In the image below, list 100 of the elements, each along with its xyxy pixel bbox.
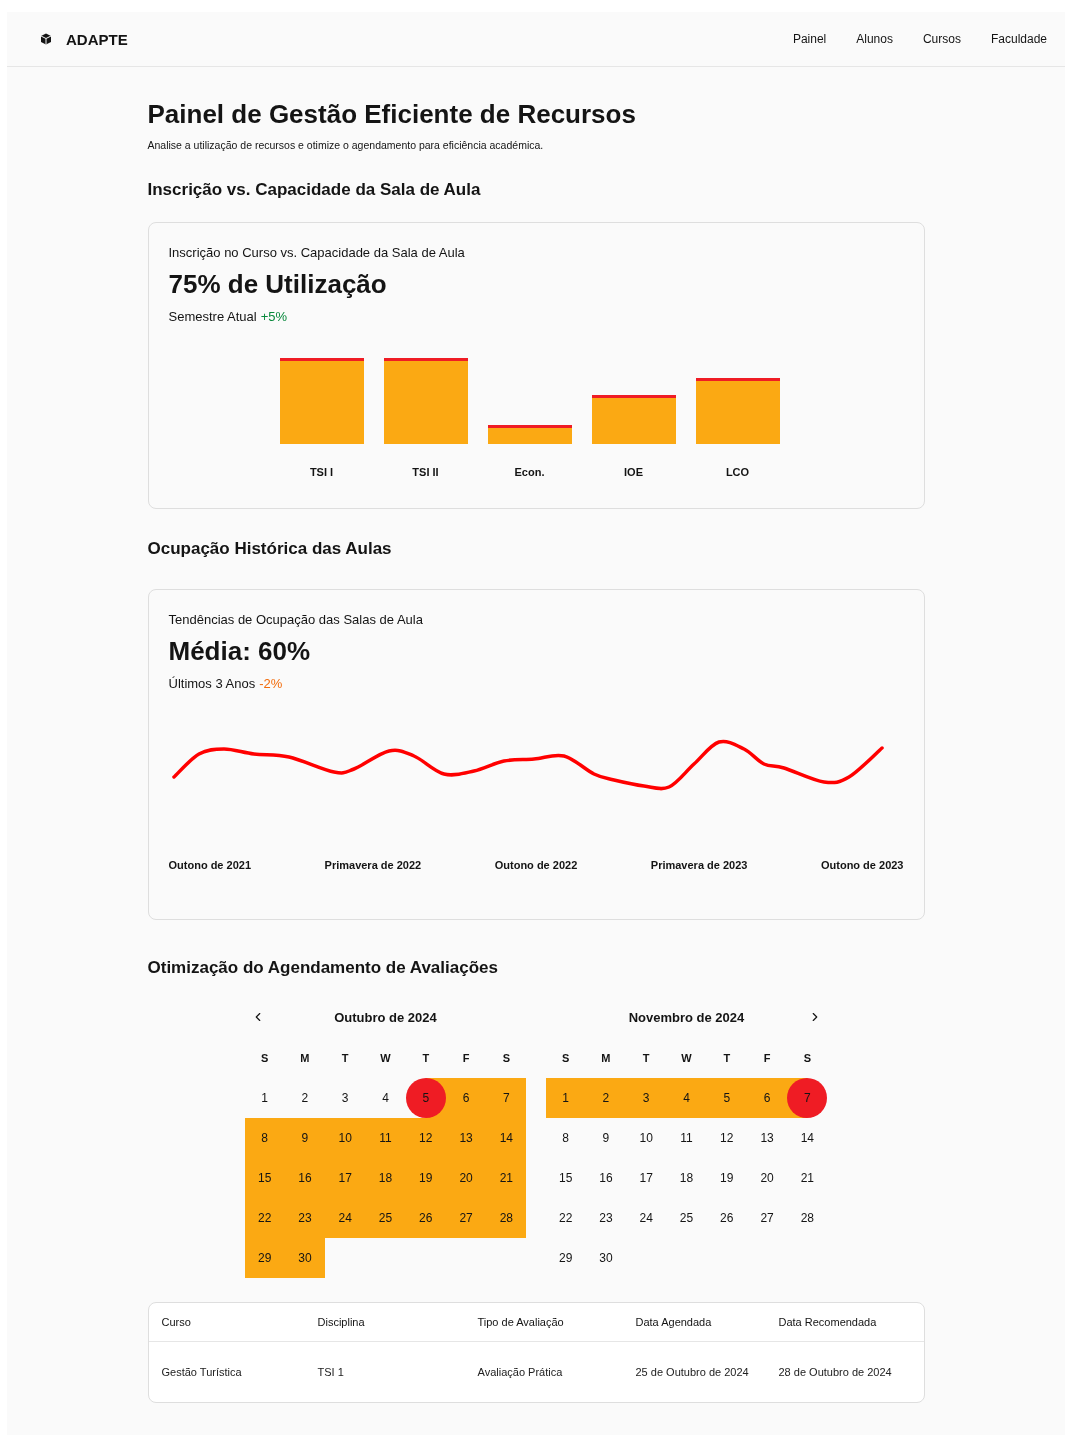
- cube-icon: [40, 33, 52, 45]
- weekday-label: S: [560, 1051, 571, 1066]
- calendar-day[interactable]: 20: [746, 1158, 788, 1198]
- calendar-day[interactable]: 22: [545, 1198, 586, 1238]
- bar-label: Econ.: [513, 466, 546, 478]
- calendar-day[interactable]: 20: [445, 1158, 487, 1198]
- calendar-day[interactable]: 30: [585, 1238, 627, 1278]
- calendar-day[interactable]: 1: [545, 1078, 586, 1118]
- calendar-day[interactable]: 7: [486, 1078, 527, 1118]
- table-cell-text: 25 de Outubro de 2024: [635, 1365, 750, 1380]
- calendar-day[interactable]: 2: [585, 1078, 627, 1118]
- month-title: Outubro de 2024: [334, 1009, 437, 1025]
- calendar-day[interactable]: 10: [325, 1118, 366, 1158]
- calendar-day[interactable]: 1: [244, 1078, 285, 1118]
- nav-link[interactable]: Alunos: [856, 32, 893, 46]
- weekday-label: W: [379, 1051, 392, 1066]
- weekday-label: F: [762, 1051, 772, 1066]
- weekday-label: M: [299, 1051, 311, 1066]
- nav-link[interactable]: Cursos: [922, 32, 961, 46]
- calendar-day[interactable]: 14: [486, 1118, 527, 1158]
- axis-label: Outono de 2022: [494, 859, 578, 871]
- calendar-day[interactable]: 27: [445, 1198, 487, 1238]
- calendar-day[interactable]: 14: [787, 1118, 828, 1158]
- month-title: Novembro de 2024: [628, 1009, 745, 1025]
- calendar-day[interactable]: 4: [666, 1078, 707, 1118]
- calendar-day[interactable]: 3: [325, 1078, 366, 1118]
- card-title: Inscrição no Curso vs. Capacidade da Sala de Aula: [168, 245, 466, 260]
- calendar-day[interactable]: 25: [666, 1198, 707, 1238]
- calendar-day[interactable]: 23: [284, 1198, 326, 1238]
- change-value: +5%: [260, 309, 288, 324]
- calendar-day[interactable]: 19: [405, 1158, 446, 1198]
- calendar-day[interactable]: 28: [787, 1198, 828, 1238]
- nav-link[interactable]: Faculdade: [990, 32, 1047, 46]
- calendar-day[interactable]: 18: [666, 1158, 707, 1198]
- calendar-day[interactable]: 24: [325, 1198, 366, 1238]
- calendar-day[interactable]: 9: [284, 1118, 326, 1158]
- calendar-day[interactable]: 5: [405, 1078, 446, 1118]
- calendar-day[interactable]: 13: [445, 1118, 487, 1158]
- column-header: Disciplina: [317, 1316, 366, 1328]
- calendar-day[interactable]: 23: [585, 1198, 627, 1238]
- calendar-day[interactable]: 16: [284, 1158, 326, 1198]
- calendar-day[interactable]: 28: [486, 1198, 527, 1238]
- section-heading: Inscrição vs. Capacidade da Sala de Aula: [147, 179, 482, 201]
- calendar-day[interactable]: 12: [405, 1118, 446, 1158]
- calendar-day[interactable]: 2: [284, 1078, 326, 1118]
- metric-value: Média: 60%: [168, 636, 312, 667]
- period-label: Últimos 3 Anos: [168, 676, 256, 691]
- calendar-day[interactable]: 18: [365, 1158, 406, 1198]
- weekday-label: T: [722, 1051, 732, 1066]
- calendar-day[interactable]: 9: [585, 1118, 627, 1158]
- calendar-day[interactable]: 3: [626, 1078, 667, 1118]
- calendar-day[interactable]: 7: [787, 1078, 828, 1118]
- weekday-label: W: [680, 1051, 693, 1066]
- weekday-label: S: [802, 1051, 812, 1066]
- calendar-day[interactable]: 11: [365, 1118, 406, 1158]
- calendar-day[interactable]: 8: [244, 1118, 285, 1158]
- calendar-day[interactable]: 26: [706, 1198, 747, 1238]
- calendar-day[interactable]: 25: [365, 1198, 406, 1238]
- page-title: Painel de Gestão Eficiente de Recursos: [147, 99, 637, 130]
- bar-label: LCO: [724, 466, 751, 478]
- calendar-day[interactable]: 19: [706, 1158, 747, 1198]
- calendar-day[interactable]: 21: [486, 1158, 527, 1198]
- weekday-label: T: [641, 1051, 651, 1066]
- table-cell-text: Gestão Turística: [161, 1365, 243, 1380]
- calendar-day[interactable]: 21: [787, 1158, 828, 1198]
- bar-label: IOE: [623, 466, 644, 478]
- card-title: Tendências de Ocupação das Salas de Aula: [168, 612, 424, 627]
- calendar-day[interactable]: 11: [666, 1118, 707, 1158]
- calendar-day[interactable]: 27: [746, 1198, 788, 1238]
- calendar-day[interactable]: 13: [746, 1118, 788, 1158]
- calendar-day[interactable]: 15: [545, 1158, 586, 1198]
- calendar-day[interactable]: 10: [626, 1118, 667, 1158]
- change-value: -2%: [259, 676, 283, 691]
- calendar-day[interactable]: 6: [746, 1078, 788, 1118]
- calendar-day[interactable]: 8: [545, 1118, 586, 1158]
- weekday-label: F: [461, 1051, 471, 1066]
- nav-link[interactable]: Painel: [792, 32, 827, 46]
- calendar-day[interactable]: 30: [284, 1238, 326, 1278]
- calendar-day[interactable]: 15: [244, 1158, 285, 1198]
- calendar-day[interactable]: 12: [706, 1118, 747, 1158]
- calendar-day[interactable]: 24: [626, 1198, 667, 1238]
- axis-label: Primavera de 2022: [324, 859, 422, 871]
- calendar-day[interactable]: 29: [244, 1238, 285, 1278]
- brand-name: ADAPTE: [66, 30, 128, 48]
- calendar-day[interactable]: 22: [244, 1198, 285, 1238]
- calendar-day[interactable]: 17: [325, 1158, 366, 1198]
- calendar-day[interactable]: 17: [626, 1158, 667, 1198]
- calendar-day[interactable]: 4: [365, 1078, 406, 1118]
- table-cell-text: TSI 1: [317, 1365, 345, 1380]
- calendar-day[interactable]: 29: [545, 1238, 586, 1278]
- bar-label: TSI I: [308, 466, 335, 478]
- table-cell-text: 28 de Outubro de 2024: [778, 1365, 893, 1380]
- calendar-day[interactable]: 16: [585, 1158, 627, 1198]
- calendar-day[interactable]: 6: [445, 1078, 487, 1118]
- calendar-day[interactable]: 26: [405, 1198, 446, 1238]
- period-label: Semestre Atual: [168, 309, 257, 324]
- weekday-label: M: [600, 1051, 612, 1066]
- section-heading: Ocupação Histórica das Aulas: [147, 538, 393, 560]
- calendar-day[interactable]: 5: [706, 1078, 747, 1118]
- section-heading: Otimização do Agendamento de Avaliações: [147, 957, 499, 978]
